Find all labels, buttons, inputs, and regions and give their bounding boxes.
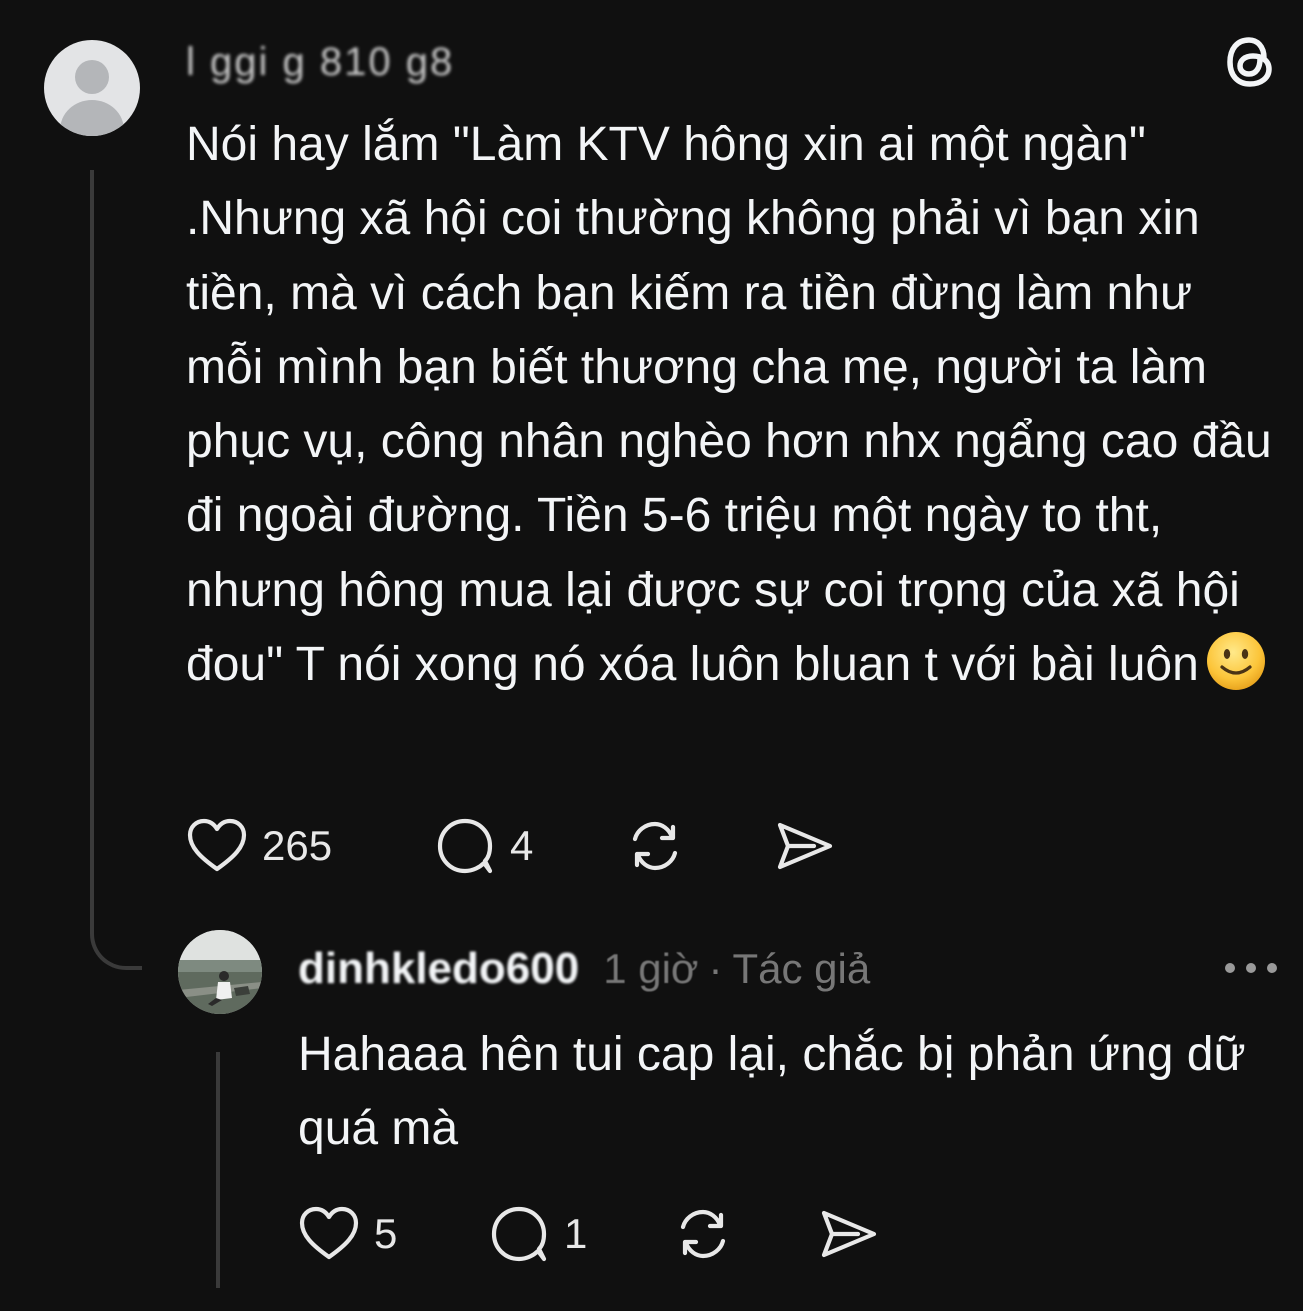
reply-header: dinhkledo600 1 giờ · Tác giả <box>298 944 870 998</box>
comment-icon <box>491 1206 547 1262</box>
threads-logo-icon <box>1220 32 1280 92</box>
reply-thread-line <box>216 1052 220 1288</box>
reply-share-button[interactable] <box>818 1203 880 1265</box>
thread-connector-line <box>90 170 142 970</box>
reply-author-username[interactable]: dinhkledo600 <box>298 944 579 994</box>
like-button[interactable]: 265 <box>186 815 434 877</box>
reply-separator: · <box>708 945 723 992</box>
reply-comment-count: 1 <box>564 1210 588 1257</box>
heart-icon <box>299 1206 359 1260</box>
post-text-content: Nói hay lắm "Làm KTV hông xin ai một ngà… <box>186 118 1286 692</box>
post-action-bar: 265 4 <box>186 814 836 878</box>
more-options-icon[interactable] <box>1222 952 1280 984</box>
reply-timestamp: 1 giờ <box>603 945 699 992</box>
share-button[interactable] <box>774 815 836 877</box>
default-avatar-head <box>75 60 109 94</box>
post-body-text: Nói hay lắm "Làm KTV hông xin ai một ngà… <box>186 108 1281 702</box>
author-badge: Tác giả <box>732 945 871 992</box>
comment-button[interactable]: 4 <box>434 815 624 877</box>
repost-icon <box>680 1209 726 1259</box>
post-author-avatar[interactable] <box>44 40 140 136</box>
post-author-username[interactable]: l ggi g 810 g8 <box>186 40 454 90</box>
reply-like-count: 5 <box>374 1210 398 1257</box>
like-count: 265 <box>262 822 333 869</box>
repost-button[interactable] <box>624 815 774 877</box>
heart-icon <box>187 818 247 872</box>
reply-body-text: Hahaaa hên tui cap lại, chắc bị phản ứng… <box>298 1028 1259 1155</box>
reply-repost-button[interactable] <box>672 1203 818 1265</box>
default-avatar-body <box>60 100 124 136</box>
share-icon <box>777 822 833 870</box>
repost-icon <box>632 821 678 871</box>
share-icon <box>821 1210 877 1258</box>
reply-like-button[interactable]: 5 <box>298 1203 488 1265</box>
comment-count: 4 <box>510 822 534 869</box>
reply-action-bar: 5 1 <box>298 1202 880 1266</box>
comment-icon <box>437 818 493 874</box>
reply-comment-button[interactable]: 1 <box>488 1203 672 1265</box>
user-photo-avatar[interactable] <box>178 930 262 1014</box>
slightly-smiling-face-emoji <box>1205 630 1267 692</box>
